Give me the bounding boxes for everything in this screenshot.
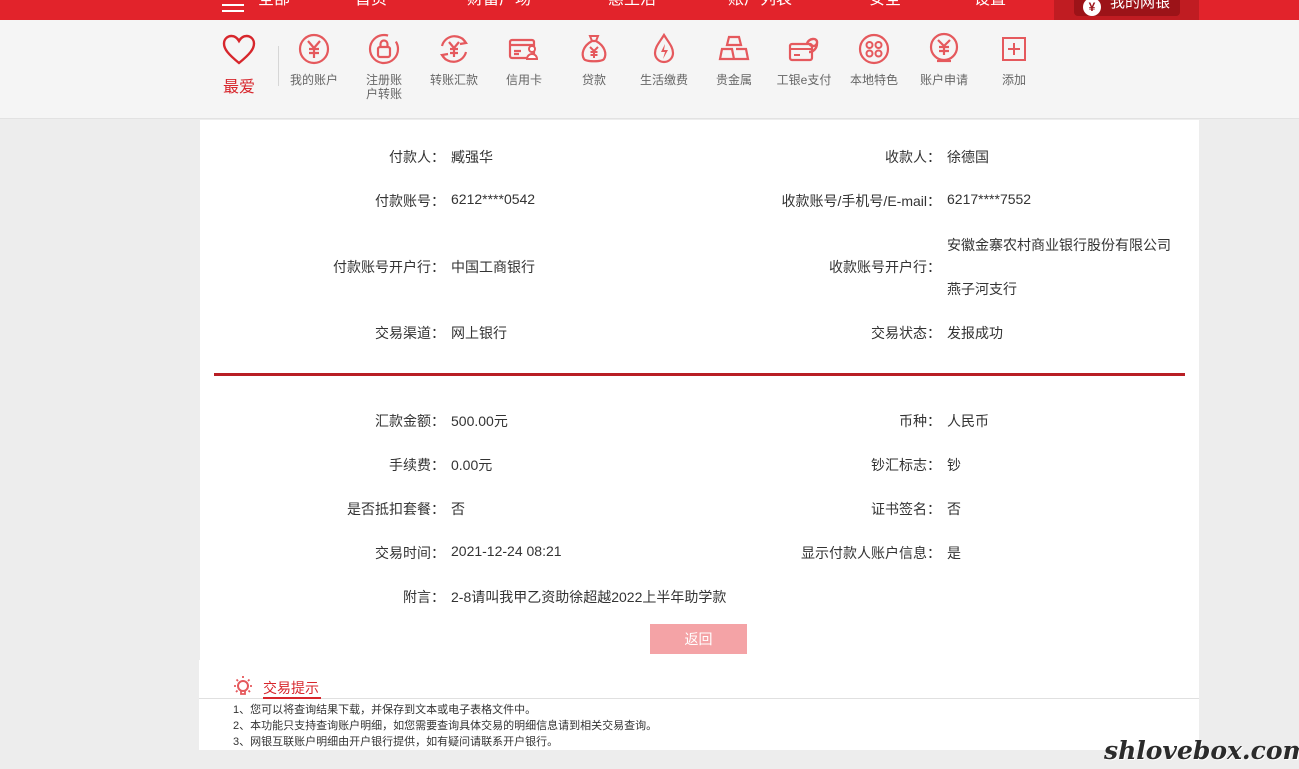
status-value: 发报成功: [947, 325, 1003, 341]
quick-label: 账户申请: [919, 73, 968, 87]
top-nav: 全部 首页 财富广场 惠生活 账户列表 安全 设置 ¥ 我的网银: [0, 0, 1299, 20]
currency-value: 人民币: [947, 413, 989, 429]
payee-label: 收款人：: [885, 149, 941, 165]
tip-line: 3、网银互联账户明细由开户银行提供，如有疑问请联系开户银行。: [233, 736, 559, 748]
cert-value: 否: [947, 501, 961, 517]
flame-drop-icon: [653, 32, 675, 64]
amount-label: 汇款金额：: [375, 413, 445, 429]
quick-access-bar: 最爱 我的账户 注册账户转账 转账汇款 信用卡 贷款 生活缴费 贵金属 工银e支…: [0, 20, 1299, 119]
tips-title-underline: [263, 697, 321, 699]
quick-registered-transfer[interactable]: 注册账户转账: [349, 32, 419, 101]
quick-label: 我的账户: [289, 73, 338, 87]
yen-circle-icon: [298, 33, 330, 65]
favorites[interactable]: 最爱: [218, 34, 260, 97]
quick-label: 转账汇款: [429, 73, 478, 87]
my-bank-box: ¥ 我的网银: [1074, 0, 1180, 16]
quick-label: 本地特色: [849, 73, 898, 87]
package-label: 是否抵扣套餐：: [347, 501, 445, 517]
transaction-tips: 交易提示 1、您可以将查询结果下载，并保存到文本或电子表格文件中。 2、本功能只…: [199, 660, 1199, 750]
nav-life[interactable]: 惠生活: [608, 0, 656, 10]
watermark: shlovebox.com: [1104, 736, 1299, 765]
add-icon: [1002, 37, 1026, 61]
favorites-label: 最爱: [222, 79, 255, 96]
nav-security[interactable]: 安全: [869, 0, 901, 10]
time-label: 交易时间：: [375, 545, 445, 561]
time-value: 2021-12-24 08:21: [451, 543, 562, 559]
payer-label: 付款人：: [389, 149, 445, 165]
payer-bank-label: 付款账号开户行：: [333, 259, 445, 275]
cert-label: 证书签名：: [871, 501, 941, 517]
quick-add[interactable]: 添加: [979, 32, 1049, 87]
tips-divider: [199, 698, 1199, 699]
return-button[interactable]: 返回: [650, 624, 747, 654]
currency-label: 币种：: [899, 413, 941, 429]
status-label: 交易状态：: [871, 325, 941, 341]
nav-wealth[interactable]: 财富广场: [467, 0, 531, 10]
payer-bank-value: 中国工商银行: [451, 259, 535, 275]
local-dots-icon: [858, 33, 890, 65]
nav-home[interactable]: 首页: [355, 0, 387, 10]
transaction-detail-panel: 付款人： 臧强华 收款人： 徐德国 付款账号： 6212****0542 收款账…: [200, 120, 1199, 660]
my-bank-tab[interactable]: ¥ 我的网银: [1054, 0, 1199, 20]
show-payer-value: 是: [947, 545, 961, 561]
gold-bars-icon: [718, 35, 750, 61]
payee-bank-line1: 安徽金寨农村商业银行股份有限公司: [947, 237, 1171, 253]
channel-label: 交易渠道：: [375, 325, 445, 341]
menu-icon[interactable]: [222, 0, 244, 14]
tips-title: 交易提示: [263, 680, 319, 696]
quick-label: 工银e支付: [776, 73, 832, 87]
quick-label: 注册账户转账: [365, 73, 402, 101]
show-payer-label: 显示付款人账户信息：: [801, 545, 941, 561]
cash-flag-label: 钞汇标志：: [871, 457, 941, 473]
payer-account-label: 付款账号：: [375, 193, 445, 209]
nav-settings[interactable]: 设置: [974, 0, 1006, 10]
yen-coin-icon: ¥: [1083, 0, 1101, 16]
nav-accounts[interactable]: 账户列表: [728, 0, 792, 10]
quick-label: 添加: [1001, 73, 1026, 87]
transfer-icon: [439, 35, 469, 63]
nav-all[interactable]: 全部: [258, 0, 290, 10]
quick-e-pay[interactable]: 工银e支付: [769, 32, 839, 87]
yen-apply-icon: [929, 32, 959, 63]
memo-value: 2-8请叫我甲乙资助徐超越2022上半年助学款: [451, 589, 727, 605]
channel-value: 网上银行: [451, 325, 507, 341]
memo-label: 附言：: [403, 589, 445, 605]
quick-utility-payment[interactable]: 生活缴费: [629, 32, 699, 87]
section-divider: [214, 373, 1185, 376]
tip-line: 2、本功能只支持查询账户明细，如您需要查询具体交易的明细信息请到相关交易查询。: [233, 720, 658, 732]
quick-transfer[interactable]: 转账汇款: [419, 32, 489, 87]
quick-label: 信用卡: [505, 73, 542, 87]
payee-account-value: 6217****7552: [947, 191, 1032, 207]
quick-label: 贵金属: [715, 73, 752, 87]
payer-account-value: 6212****0542: [451, 191, 536, 207]
payee-account-label: 收款账号/手机号/E-mail：: [781, 193, 941, 209]
fee-value: 0.00元: [451, 457, 493, 473]
quick-my-account[interactable]: 我的账户: [279, 32, 349, 87]
quick-account-apply[interactable]: 账户申请: [909, 32, 979, 87]
e-pay-icon: [788, 37, 819, 62]
quick-credit-card[interactable]: 信用卡: [489, 32, 559, 87]
my-bank-label: 我的网银: [1110, 0, 1171, 11]
cash-flag-value: 钞: [947, 457, 961, 473]
payee-bank-line2: 燕子河支行: [947, 281, 1017, 297]
lock-circle-icon: [368, 33, 400, 65]
money-bag-icon: [581, 35, 607, 63]
quick-loan[interactable]: 贷款: [559, 32, 629, 87]
amount-value: 500.00元: [451, 413, 508, 429]
quick-precious-metals[interactable]: 贵金属: [699, 32, 769, 87]
lightbulb-icon: [234, 676, 252, 695]
quick-label: 贷款: [581, 73, 606, 87]
tip-line: 1、您可以将查询结果下载，并保存到文本或电子表格文件中。: [233, 704, 537, 716]
payee-bank-label: 收款账号开户行：: [829, 259, 941, 275]
quick-label: 生活缴费: [639, 73, 688, 87]
payer-value: 臧强华: [451, 149, 493, 165]
package-value: 否: [451, 501, 465, 517]
heart-icon: [222, 34, 256, 65]
quick-local-features[interactable]: 本地特色: [839, 32, 909, 87]
credit-card-icon: [508, 38, 539, 60]
fee-label: 手续费：: [389, 457, 445, 473]
payee-value: 徐德国: [947, 149, 989, 165]
